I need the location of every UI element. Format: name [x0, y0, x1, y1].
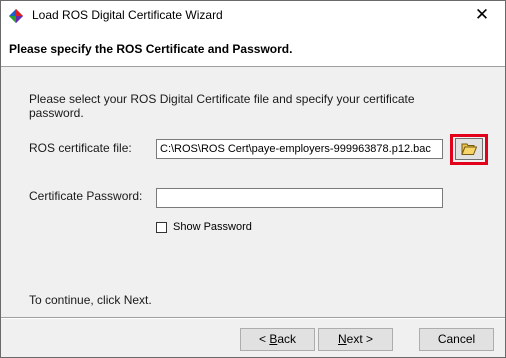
back-button-prefix: < — [258, 332, 270, 346]
intro-text: Please select your ROS Digital Certifica… — [29, 92, 415, 120]
show-password-label[interactable]: Show Password — [173, 221, 252, 233]
close-button[interactable]: ✕ — [459, 1, 505, 30]
browse-button[interactable] — [455, 138, 483, 160]
next-button[interactable]: Next > — [318, 328, 393, 351]
password-label: Certificate Password: — [29, 189, 143, 203]
password-field[interactable] — [156, 188, 443, 208]
wizard-header: Please specify the ROS Certificate and P… — [1, 30, 505, 67]
footer-divider — [1, 317, 505, 319]
show-password-checkbox[interactable] — [156, 222, 167, 233]
continue-text: To continue, click Next. — [29, 293, 152, 307]
certificate-file-label: ROS certificate file: — [29, 141, 132, 155]
window-title: Load ROS Digital Certificate Wizard — [32, 8, 223, 22]
next-button-suffix: ext > — [346, 332, 374, 346]
header-title: Please specify the ROS Certificate and P… — [9, 42, 293, 56]
wizard-window: Load ROS Digital Certificate Wizard ✕ Pl… — [0, 0, 506, 358]
wizard-content: Please select your ROS Digital Certifica… — [1, 67, 505, 357]
close-icon: ✕ — [474, 5, 490, 24]
folder-open-icon — [461, 143, 477, 155]
app-icon — [9, 9, 23, 23]
certificate-file-field[interactable]: C:\ROS\ROS Cert\paye-employers-999963878… — [156, 139, 443, 159]
title-bar[interactable]: Load ROS Digital Certificate Wizard ✕ — [1, 1, 505, 30]
back-button[interactable]: < Back — [240, 328, 315, 351]
cancel-button[interactable]: Cancel — [419, 328, 494, 351]
back-button-suffix: ack — [277, 332, 297, 346]
next-button-accelerator: N — [337, 332, 347, 346]
